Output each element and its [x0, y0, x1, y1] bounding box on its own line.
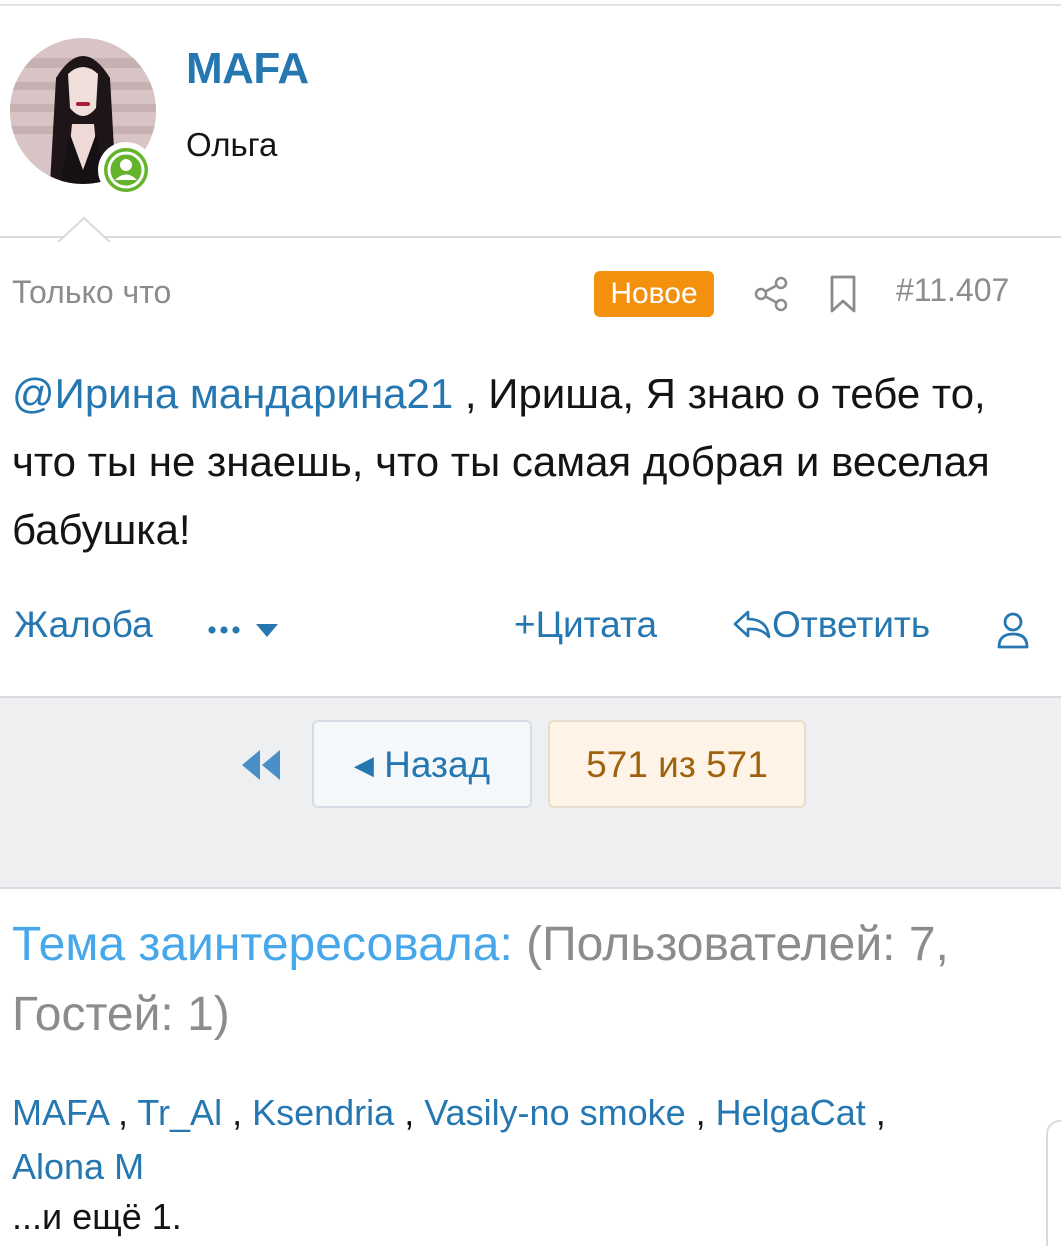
bookmark-icon[interactable]	[826, 274, 860, 314]
user-mention[interactable]: @Ирина мандарина21	[12, 370, 453, 417]
user-profile-icon[interactable]	[996, 610, 1030, 650]
scroll-to-top-button[interactable]	[1046, 1120, 1061, 1246]
viewer-link[interactable]: Vasily-no smoke	[424, 1092, 685, 1133]
separator: ,	[108, 1092, 138, 1133]
back-label: Назад	[384, 744, 491, 785]
separator: ,	[222, 1092, 253, 1133]
chevron-left-icon: ◀	[353, 750, 374, 780]
separator: ,	[685, 1092, 716, 1133]
pagination-bar: ◀ Назад 571 из 571	[0, 696, 1061, 889]
new-badge: Новое	[594, 271, 714, 317]
quote-button[interactable]: +Цитата	[514, 604, 657, 646]
post-author-block: MAFA Ольга	[0, 6, 1061, 244]
viewers-more: ...и ещё 1.	[12, 1196, 182, 1237]
reply-label: Ответить	[772, 604, 931, 645]
author-name[interactable]: MAFA	[186, 44, 309, 94]
viewers-label: Тема заинтересовала:	[12, 918, 513, 971]
more-dots-icon	[208, 624, 278, 637]
quote-label: Цитата	[535, 604, 658, 645]
plus-icon: +	[514, 604, 536, 645]
post-message: @Ирина мандарина21 , Ириша, Я знаю о теб…	[12, 360, 1042, 564]
more-actions-button[interactable]	[206, 612, 286, 642]
online-user-icon	[104, 148, 148, 192]
viewer-link[interactable]: HelgaCat	[716, 1092, 866, 1133]
viewer-link[interactable]: MAFA	[12, 1092, 108, 1133]
viewer-link[interactable]: Alona M	[12, 1146, 144, 1187]
author-title: Ольга	[186, 126, 278, 163]
reply-button[interactable]: Ответить	[732, 604, 930, 646]
page-counter-button[interactable]: 571 из 571	[548, 720, 806, 808]
viewers-list: MAFA , Tr_Al , Ksendria , Vasily-no smok…	[12, 1086, 1032, 1194]
post-time[interactable]: Только что	[12, 274, 171, 311]
back-button[interactable]: ◀ Назад	[312, 720, 532, 808]
first-page-icon[interactable]	[240, 748, 284, 782]
viewer-link[interactable]: Ksendria	[252, 1092, 394, 1133]
report-button[interactable]: Жалоба	[14, 604, 153, 646]
viewers-heading: Тема заинтересовала: (Пользователей: 7, …	[12, 910, 1052, 1050]
online-status	[98, 142, 154, 198]
separator: ,	[394, 1092, 425, 1133]
author-pointer-arrow	[56, 216, 112, 244]
reply-arrow-icon	[733, 610, 771, 639]
viewer-link[interactable]: Tr_Al	[137, 1092, 222, 1133]
share-icon[interactable]	[752, 274, 792, 314]
separator: ,	[865, 1092, 886, 1133]
post-number[interactable]: #11.407	[896, 272, 1009, 309]
